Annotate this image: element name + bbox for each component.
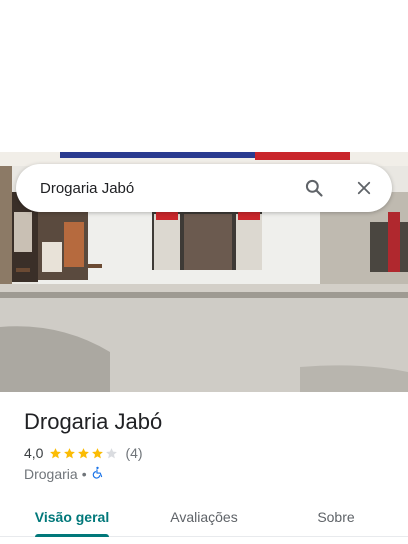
place-category: Drogaria (24, 466, 78, 482)
tab-label: Visão geral (34, 508, 110, 525)
active-tab-indicator (35, 534, 109, 537)
category-row: Drogaria • (24, 465, 104, 483)
star-icon (64, 447, 76, 458)
rating-row[interactable]: 4,0 (4) (24, 444, 143, 462)
tab-label: Sobre (317, 508, 355, 525)
separator-dot: • (81, 466, 87, 482)
close-icon[interactable] (350, 174, 378, 202)
rating-value: 4,0 (24, 445, 44, 461)
tab-about[interactable]: Sobre (264, 497, 408, 536)
tab-label: Avaliações (170, 508, 238, 525)
place-title: Drogaria Jabó (24, 409, 163, 434)
star-icon (78, 447, 90, 458)
rating-stars (49, 447, 119, 460)
star-icon (92, 447, 104, 458)
tab-overview[interactable]: Visão geral (0, 497, 144, 537)
search-icon[interactable] (300, 174, 328, 202)
tab-reviews[interactable]: Avaliações (144, 497, 264, 536)
search-input[interactable] (16, 164, 300, 212)
wheelchair-icon (91, 466, 104, 482)
search-bar (16, 164, 392, 212)
star-icon (50, 447, 62, 458)
star-icon (106, 447, 118, 458)
tab-bar: Visão geral Avaliações Sobre (0, 497, 408, 537)
review-count[interactable]: (4) (125, 445, 142, 461)
